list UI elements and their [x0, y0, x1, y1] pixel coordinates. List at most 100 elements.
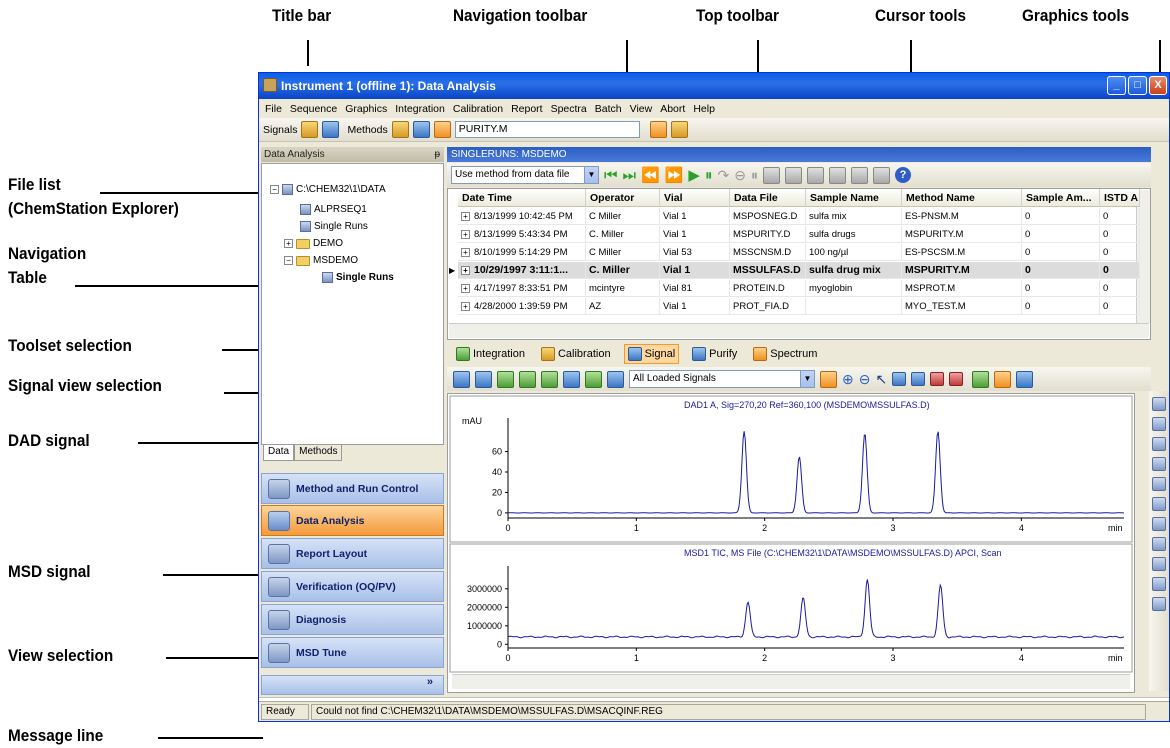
horizontal-scrollbar[interactable]: [449, 323, 1149, 338]
toolset-calibration[interactable]: Calibration: [538, 345, 614, 363]
expand-icon[interactable]: +: [461, 230, 470, 239]
tree-item-msdemo-single-runs[interactable]: Single Runs: [322, 272, 394, 283]
peak-icon[interactable]: [541, 370, 558, 388]
toolset-integration[interactable]: Integration: [453, 345, 528, 363]
signal-options-icon[interactable]: [585, 370, 602, 388]
plot-horizontal-scrollbar[interactable]: [452, 674, 1130, 689]
expand-icon[interactable]: +: [461, 284, 470, 293]
view-method-and-run-control[interactable]: Method and Run Control: [261, 473, 444, 504]
grid-icon[interactable]: [1152, 557, 1166, 571]
column-header-date-time[interactable]: Date Time: [458, 189, 586, 207]
home-icon[interactable]: [1016, 370, 1034, 388]
text-move-icon[interactable]: [1152, 437, 1166, 451]
next-run-icon[interactable]: ⏩: [665, 166, 684, 184]
chevron-down-icon[interactable]: ▼: [800, 371, 814, 387]
help-icon[interactable]: ?: [894, 167, 911, 183]
table-import-icon[interactable]: [850, 166, 868, 184]
column-header-sample-name[interactable]: Sample Name: [806, 189, 902, 207]
autoscale-icon[interactable]: [607, 370, 624, 388]
toolset-signal[interactable]: Signal: [623, 344, 680, 364]
cursor-delete-icon[interactable]: [930, 372, 945, 386]
save-method-icon[interactable]: [412, 121, 430, 138]
previous-run-icon[interactable]: ⏪: [641, 166, 660, 184]
home-icon[interactable]: [1152, 537, 1166, 551]
overlay-icon[interactable]: [453, 370, 470, 388]
minimize-button[interactable]: _: [1107, 76, 1126, 95]
table-edit-icon[interactable]: [784, 166, 802, 184]
instrument-icon[interactable]: [670, 121, 688, 138]
first-run-icon[interactable]: ⏮: [604, 167, 618, 184]
table-view-icon[interactable]: [649, 121, 667, 138]
menu-file[interactable]: File: [265, 103, 282, 115]
column-header-istd-amount[interactable]: ISTD A: [1100, 189, 1140, 207]
menu-view[interactable]: View: [630, 103, 653, 115]
text-edit-icon[interactable]: [1152, 417, 1166, 431]
separate-icon[interactable]: [475, 370, 492, 388]
text-delete-icon[interactable]: [1152, 477, 1166, 491]
view-report-layout[interactable]: Report Layout: [261, 538, 444, 569]
color-icon[interactable]: [1152, 517, 1166, 531]
halt-icon[interactable]: ⏸: [751, 167, 758, 184]
view-verification[interactable]: Verification (OQ/PV): [261, 571, 444, 602]
expand-icon[interactable]: +: [284, 239, 293, 248]
baseline-icon[interactable]: [519, 370, 536, 388]
view-data-analysis[interactable]: Data Analysis: [261, 505, 444, 536]
menu-graphics[interactable]: Graphics: [345, 103, 387, 115]
collapse-icon[interactable]: −: [270, 185, 279, 194]
method-name-field[interactable]: PURITY.M: [454, 121, 640, 138]
chevron-down-icon[interactable]: ▼: [584, 167, 598, 183]
load-signal-icon[interactable]: [301, 121, 319, 138]
expand-icon[interactable]: +: [461, 212, 470, 221]
column-header-vial[interactable]: Vial: [660, 189, 730, 207]
table-icon[interactable]: [762, 166, 780, 184]
menu-calibration[interactable]: Calibration: [453, 103, 503, 115]
expand-icon[interactable]: +: [461, 266, 470, 275]
column-header-operator[interactable]: Operator: [586, 189, 660, 207]
legend-icon[interactable]: [994, 370, 1012, 388]
redo-icon[interactable]: ↷: [717, 167, 729, 184]
clock-icon[interactable]: [1152, 577, 1166, 591]
cursor-select-icon[interactable]: ↖: [875, 371, 887, 388]
signal-view-select[interactable]: All Loaded Signals ▼: [629, 370, 815, 388]
menu-abort[interactable]: Abort: [660, 103, 685, 115]
tree-item-demo[interactable]: + DEMO: [284, 238, 343, 249]
view-diagnosis[interactable]: Diagnosis: [261, 604, 444, 635]
play-icon[interactable]: ▶: [688, 166, 700, 184]
close-button[interactable]: X: [1149, 76, 1167, 95]
text-tool-icon[interactable]: [1152, 397, 1166, 411]
tab-data[interactable]: Data: [263, 445, 295, 461]
pin-icon[interactable]: ᵽ: [434, 147, 440, 162]
collapse-icon[interactable]: −: [284, 256, 293, 265]
zoom-in-icon[interactable]: ⊕: [842, 371, 854, 388]
cursor-tool-1-icon[interactable]: [892, 372, 907, 386]
column-header-method-name[interactable]: Method Name: [902, 189, 1022, 207]
tree-item-data-root[interactable]: − C:\CHEM32\1\DATA: [270, 184, 386, 195]
view-options-icon[interactable]: [820, 370, 837, 388]
menu-help[interactable]: Help: [693, 103, 715, 115]
column-header-data-file[interactable]: Data File: [730, 189, 806, 207]
triangle-icon[interactable]: [1152, 597, 1166, 611]
view-msd-tune[interactable]: MSD Tune: [261, 637, 444, 668]
text-format-icon[interactable]: [1152, 457, 1166, 471]
edit-method-icon[interactable]: [433, 121, 451, 138]
tab-methods[interactable]: Methods: [294, 445, 343, 461]
maximize-button[interactable]: □: [1128, 76, 1147, 95]
method-source-select[interactable]: Use method from data file ▼: [451, 166, 599, 184]
table-export-icon[interactable]: [828, 166, 846, 184]
menu-integration[interactable]: Integration: [395, 103, 445, 115]
more-views-button[interactable]: »: [261, 675, 444, 695]
cursor-clear-icon[interactable]: [949, 372, 964, 386]
expand-icon[interactable]: +: [461, 248, 470, 257]
table-add-icon[interactable]: [806, 166, 824, 184]
menu-spectra[interactable]: Spectra: [551, 103, 587, 115]
color-icon[interactable]: [972, 370, 990, 388]
stop-icon[interactable]: ⊖: [734, 167, 746, 184]
annotation-icon[interactable]: [1152, 497, 1166, 511]
column-header-sample-amount[interactable]: Sample Am...: [1022, 189, 1100, 207]
toolset-spectrum[interactable]: Spectrum: [750, 345, 820, 363]
scale-icon[interactable]: [563, 370, 580, 388]
toolset-purify[interactable]: Purify: [689, 345, 740, 363]
expand-icon[interactable]: +: [461, 302, 470, 311]
menu-report[interactable]: Report: [511, 103, 543, 115]
tree-item-alprseq1[interactable]: ALPRSEQ1: [300, 204, 367, 215]
